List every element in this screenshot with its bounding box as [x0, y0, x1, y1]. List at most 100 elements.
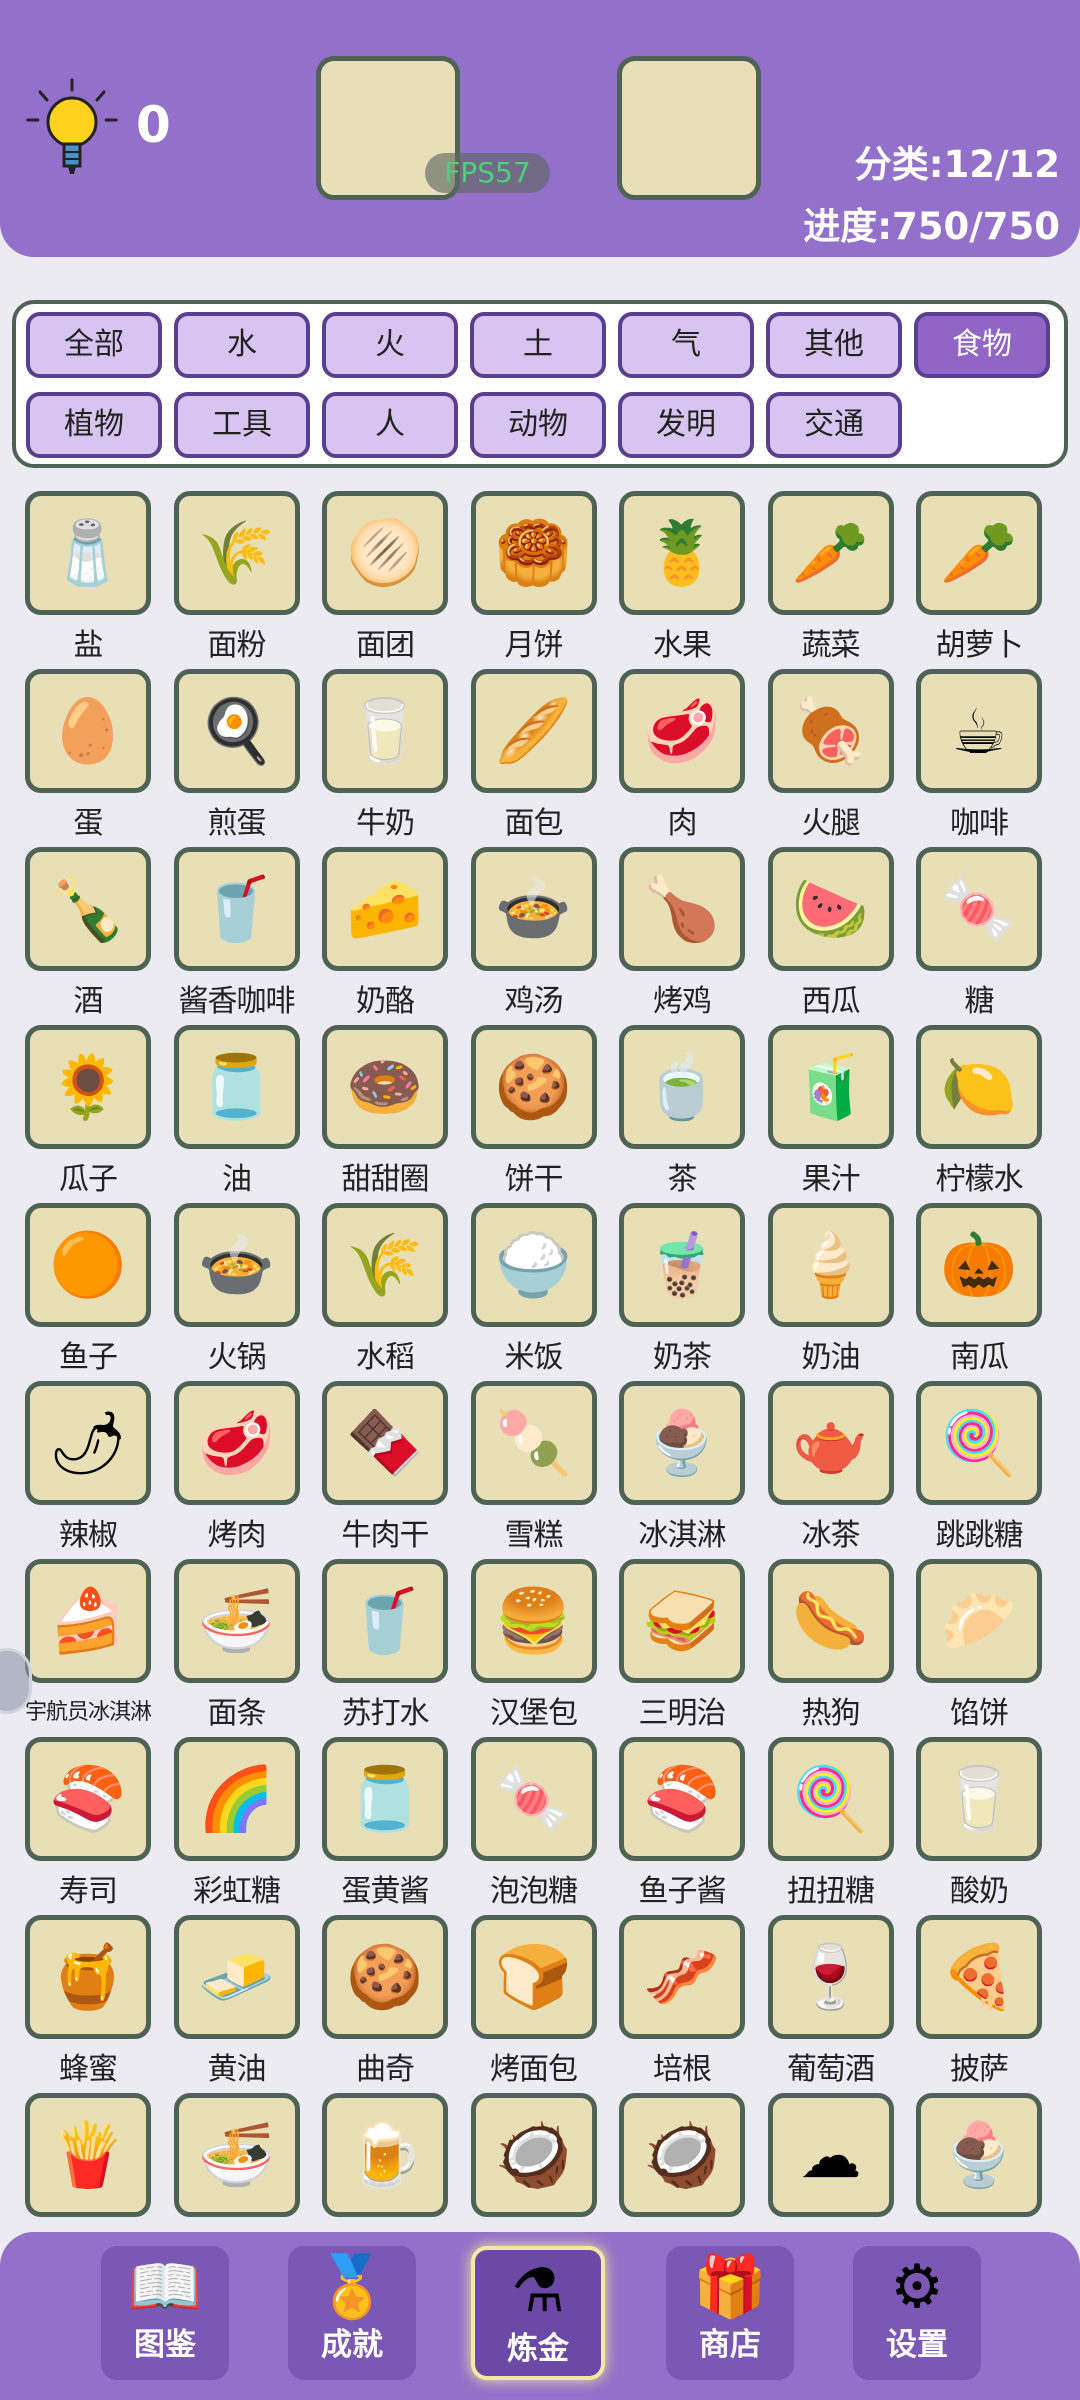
- category-tab[interactable]: 土: [470, 312, 606, 378]
- element-item[interactable]: 🍰 宇航员冰淇淋: [14, 1556, 162, 1734]
- grilled-steak-icon[interactable]: 🥩: [173, 1381, 300, 1505]
- ice-cream-cone-icon[interactable]: 🍨: [619, 1381, 745, 1505]
- element-item[interactable]: 🥚 蛋: [14, 666, 162, 844]
- element-item[interactable]: 🌭 热狗: [757, 1556, 905, 1734]
- soda-cup-icon[interactable]: 🥤: [322, 1559, 448, 1683]
- element-item[interactable]: 🍳 煎蛋: [163, 666, 311, 844]
- element-item[interactable]: 🧀 奶酪: [311, 844, 459, 1022]
- coffee-cup-icon[interactable]: ☕: [916, 669, 1042, 793]
- element-item[interactable]: 🍣 鱼子酱: [608, 1734, 756, 1912]
- nav-medal-button[interactable]: 🏅 成就: [288, 2246, 416, 2380]
- pineapple-icon[interactable]: 🍍: [619, 491, 745, 615]
- element-item[interactable]: 🎃 南瓜: [905, 1200, 1053, 1378]
- hamburger-icon[interactable]: 🍔: [470, 1559, 597, 1683]
- roast-chicken-icon[interactable]: 🍗: [619, 847, 745, 971]
- watermelon-icon[interactable]: 🍉: [767, 847, 894, 971]
- element-item[interactable]: 🥮 月饼: [460, 488, 608, 666]
- element-item[interactable]: 🍨 冰淇淋: [608, 1378, 756, 1556]
- category-tab[interactable]: 全部: [26, 312, 162, 378]
- element-item[interactable]: 🍋 柠檬水: [905, 1022, 1053, 1200]
- salt-shaker-icon[interactable]: 🧂: [25, 491, 151, 615]
- cookie-icon[interactable]: 🍪: [322, 1915, 448, 2039]
- element-item[interactable]: 🥤 酱香咖啡: [163, 844, 311, 1022]
- noodles-icon[interactable]: 🍜: [173, 1559, 300, 1683]
- element-item[interactable]: 🌻 瓜子: [14, 1022, 162, 1200]
- element-item[interactable]: 🍬 糖: [905, 844, 1053, 1022]
- category-tab[interactable]: 动物: [470, 392, 606, 458]
- pop-rocks-icon[interactable]: 🍭: [916, 1381, 1042, 1505]
- cream-piping-bag-icon[interactable]: 🍦: [767, 1203, 894, 1327]
- juice-glass-icon[interactable]: 🧃: [767, 1025, 894, 1149]
- mayonnaise-jar-icon[interactable]: 🫙: [322, 1737, 448, 1861]
- sushi-icon[interactable]: 🍣: [25, 1737, 151, 1861]
- category-tab[interactable]: 工具: [174, 392, 310, 458]
- bubble-gum-icon[interactable]: 🍬: [470, 1737, 597, 1861]
- element-item[interactable]: 🍣 寿司: [14, 1734, 162, 1912]
- beef-jerky-icon[interactable]: 🍫: [322, 1381, 448, 1505]
- egg-icon[interactable]: 🥚: [25, 669, 151, 793]
- donut-icon[interactable]: 🍩: [322, 1025, 448, 1149]
- wine-bottle-icon[interactable]: 🍾: [25, 847, 151, 971]
- coconut-drink-icon[interactable]: 🥥: [619, 2093, 745, 2217]
- bread-icon[interactable]: 🥖: [470, 669, 597, 793]
- dough-icon[interactable]: 🫓: [322, 491, 448, 615]
- chili-pepper-icon[interactable]: 🌶: [25, 1381, 151, 1505]
- iced-tea-pitcher-icon[interactable]: 🫖: [767, 1381, 894, 1505]
- element-item[interactable]: 🌈 彩虹糖: [163, 1734, 311, 1912]
- element-item[interactable]: 🍩 甜甜圈: [311, 1022, 459, 1200]
- coconut-icon[interactable]: 🥥: [470, 2093, 597, 2217]
- twist-candy-icon[interactable]: 🍭: [767, 1737, 894, 1861]
- category-tab[interactable]: 发明: [618, 392, 754, 458]
- coffee-to-go-icon[interactable]: 🥤: [173, 847, 300, 971]
- element-item[interactable]: 🍦 奶油: [757, 1200, 905, 1378]
- element-item[interactable]: 🍉 西瓜: [757, 844, 905, 1022]
- lightbulb-icon[interactable]: [22, 76, 122, 186]
- hotpot-icon[interactable]: 🍲: [173, 1203, 300, 1327]
- milk-bottle-icon[interactable]: 🥛: [322, 669, 448, 793]
- nav-flask-button[interactable]: ⚗ 炼金: [471, 2246, 605, 2380]
- ham-icon[interactable]: 🍖: [767, 669, 894, 793]
- element-item[interactable]: 🍨: [905, 2090, 1053, 2228]
- element-item[interactable]: 🍔 汉堡包: [460, 1556, 608, 1734]
- category-tab[interactable]: 植物: [26, 392, 162, 458]
- element-item[interactable]: 🍫 牛肉干: [311, 1378, 459, 1556]
- category-tab[interactable]: 气: [618, 312, 754, 378]
- pizza-icon[interactable]: 🍕: [916, 1915, 1042, 2039]
- element-item[interactable]: 🍞 烤面包: [460, 1912, 608, 2090]
- astronaut-ice-cream-icon[interactable]: 🍰: [25, 1559, 151, 1683]
- element-item[interactable]: 🍍 水果: [608, 488, 756, 666]
- sunflower-seeds-icon[interactable]: 🌻: [25, 1025, 151, 1149]
- toast-icon[interactable]: 🍞: [470, 1915, 597, 2039]
- category-tab[interactable]: 水: [174, 312, 310, 378]
- element-item[interactable]: 🥕 胡萝卜: [905, 488, 1053, 666]
- mooncake-icon[interactable]: 🥮: [470, 491, 597, 615]
- element-item[interactable]: 🥤 苏打水: [311, 1556, 459, 1734]
- meat-icon[interactable]: 🥩: [619, 669, 745, 793]
- pumpkin-icon[interactable]: 🎃: [916, 1203, 1042, 1327]
- rice-bowl-icon[interactable]: 🍚: [470, 1203, 597, 1327]
- element-item[interactable]: 🍡 雪糕: [460, 1378, 608, 1556]
- element-item[interactable]: 🍗 烤鸡: [608, 844, 756, 1022]
- element-item[interactable]: 🌾 水稻: [311, 1200, 459, 1378]
- nav-gear-button[interactable]: ⚙ 设置: [853, 2246, 981, 2380]
- honey-dipper-icon[interactable]: 🍯: [25, 1915, 151, 2039]
- ramen-bowl-icon[interactable]: 🍜: [173, 2093, 300, 2217]
- rainbow-candy-icon[interactable]: 🌈: [173, 1737, 300, 1861]
- oil-bottle-icon[interactable]: 🫙: [173, 1025, 300, 1149]
- element-item[interactable]: 🥪 三明治: [608, 1556, 756, 1734]
- tea-mug-icon[interactable]: 🍵: [619, 1025, 745, 1149]
- element-item[interactable]: 🥛 牛奶: [311, 666, 459, 844]
- element-item[interactable]: 🍺: [311, 2090, 459, 2228]
- element-item[interactable]: 🍪 饼干: [460, 1022, 608, 1200]
- rice-plant-icon[interactable]: 🌾: [322, 1203, 448, 1327]
- fried-egg-icon[interactable]: 🍳: [173, 669, 300, 793]
- element-item[interactable]: 🍜 面条: [163, 1556, 311, 1734]
- element-item[interactable]: 🍭 扭扭糖: [757, 1734, 905, 1912]
- category-tab[interactable]: 火: [322, 312, 458, 378]
- category-tab[interactable]: 食物: [914, 312, 1050, 378]
- element-item[interactable]: 🥛 酸奶: [905, 1734, 1053, 1912]
- wine-bottle-icon[interactable]: 🍷: [767, 1915, 894, 2039]
- element-item[interactable]: 🍷 葡萄酒: [757, 1912, 905, 2090]
- lemonade-icon[interactable]: 🍋: [916, 1025, 1042, 1149]
- element-item[interactable]: 🍬 泡泡糖: [460, 1734, 608, 1912]
